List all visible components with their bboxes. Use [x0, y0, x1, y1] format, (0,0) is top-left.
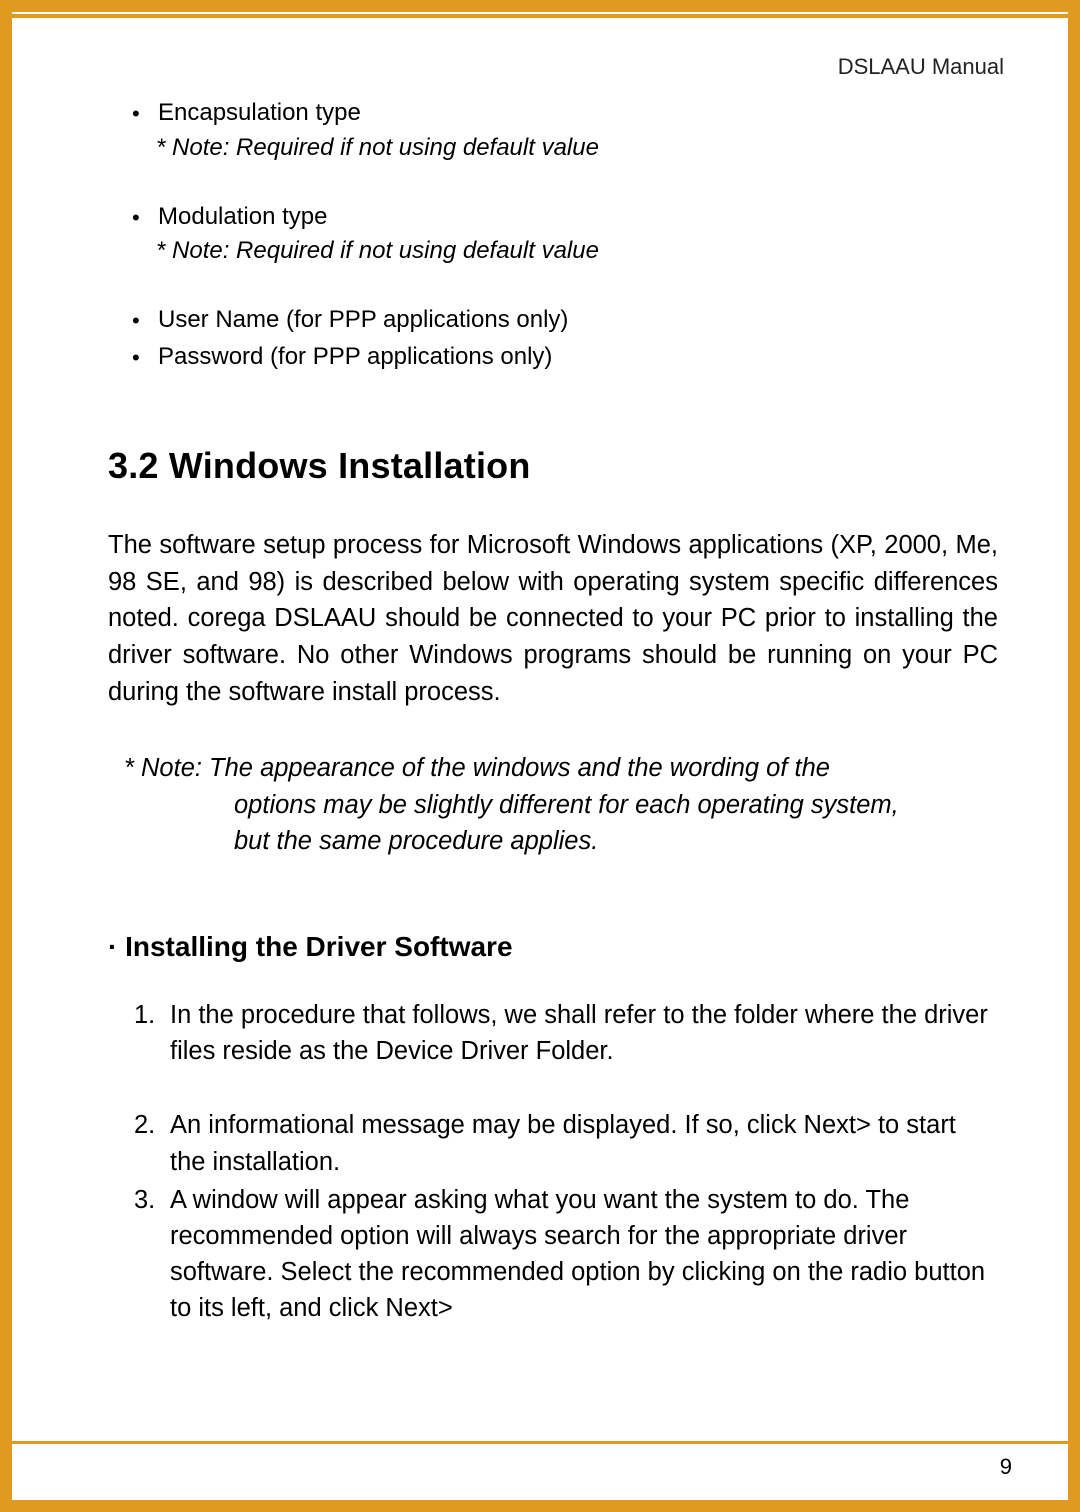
- note-line: but the same procedure applies.: [124, 823, 998, 859]
- section-heading: 3.2 Windows Installation: [108, 445, 998, 487]
- step-item: 2. An informational message may be displ…: [134, 1107, 998, 1179]
- bullet-item: • Modulation type: [132, 200, 998, 235]
- bullet-item: • Encapsulation type: [132, 96, 998, 131]
- bullet-item: • Password (for PPP applications only): [132, 340, 998, 375]
- bullet-text: Modulation type: [158, 200, 327, 235]
- step-text: An informational message may be displaye…: [170, 1107, 998, 1179]
- note-line: * Note: The appearance of the windows an…: [124, 750, 998, 786]
- step-text: In the procedure that follows, we shall …: [170, 997, 998, 1069]
- bullet-item: • User Name (for PPP applications only): [132, 303, 998, 338]
- step-text: A window will appear asking what you wan…: [170, 1182, 998, 1327]
- footer-divider: [12, 1441, 1068, 1444]
- section-paragraph: The software setup process for Microsoft…: [108, 527, 998, 711]
- step-number: 3.: [134, 1182, 170, 1327]
- bullet-note: * Note: Required if not using default va…: [156, 234, 998, 269]
- content-area: • Encapsulation type * Note: Required if…: [108, 96, 998, 1420]
- page: DSLAAU Manual • Encapsulation type * Not…: [12, 14, 1068, 1500]
- bullet-dot-icon: •: [132, 340, 158, 374]
- page-number: 9: [1000, 1454, 1012, 1480]
- steps-list: 1. In the procedure that follows, we sha…: [134, 997, 998, 1327]
- header-manual-title: DSLAAU Manual: [838, 54, 1004, 80]
- subsection-heading: · Installing the Driver Software: [108, 931, 998, 963]
- bullet-dot-icon: •: [132, 200, 158, 234]
- note-line: options may be slightly different for ea…: [124, 787, 998, 823]
- step-item: 1. In the procedure that follows, we sha…: [134, 997, 998, 1069]
- step-number: 2.: [134, 1107, 170, 1179]
- bullet-text: Password (for PPP applications only): [158, 340, 552, 375]
- step-item: 3. A window will appear asking what you …: [134, 1182, 998, 1327]
- step-number: 1.: [134, 997, 170, 1069]
- section-note: * Note: The appearance of the windows an…: [124, 750, 998, 859]
- bullet-dot-icon: •: [132, 303, 158, 337]
- bullet-note: * Note: Required if not using default va…: [156, 131, 998, 166]
- bullet-dot-icon: •: [132, 96, 158, 130]
- subsection-heading-text: · Installing the Driver Software: [108, 931, 513, 962]
- page-frame: DSLAAU Manual • Encapsulation type * Not…: [0, 0, 1080, 1512]
- bullet-text: Encapsulation type: [158, 96, 361, 131]
- bullet-list: • Encapsulation type * Note: Required if…: [132, 96, 998, 375]
- bullet-text: User Name (for PPP applications only): [158, 303, 568, 338]
